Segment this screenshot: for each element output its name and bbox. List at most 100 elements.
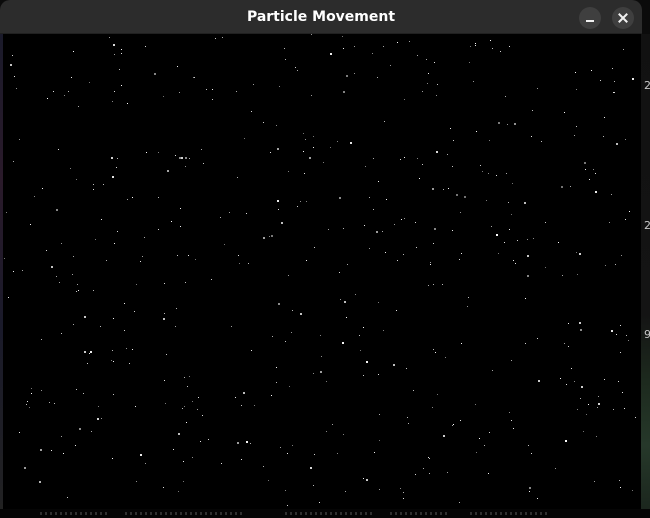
particle [67, 497, 68, 498]
particle [613, 409, 614, 410]
particle [488, 173, 489, 174]
particle [397, 260, 398, 261]
desktop-glyph: 9 [644, 328, 650, 341]
particle [8, 297, 9, 298]
particle [79, 428, 81, 430]
particle [345, 491, 346, 492]
particle [306, 201, 307, 202]
particle [613, 92, 614, 93]
particle-canvas[interactable] [3, 34, 641, 509]
particle [504, 242, 505, 243]
particle [295, 67, 296, 68]
particle [498, 122, 500, 124]
particle [229, 212, 230, 213]
particle [344, 301, 346, 303]
particle [379, 414, 380, 415]
particle [236, 91, 237, 92]
particle [140, 261, 141, 262]
particle [403, 254, 404, 255]
particle [382, 231, 383, 232]
particle [635, 417, 636, 418]
particle [84, 316, 86, 318]
window-title: Particle Movement [246, 9, 396, 25]
particle [372, 53, 373, 54]
particle [31, 388, 32, 389]
particle [291, 332, 292, 333]
particle [383, 46, 384, 47]
particle [284, 48, 285, 49]
particle [386, 199, 387, 200]
particle [112, 176, 114, 178]
particle [76, 179, 77, 180]
particle [182, 408, 183, 409]
particle [206, 89, 207, 90]
particle [378, 181, 379, 182]
particle [263, 122, 264, 123]
particle [475, 404, 476, 405]
particle [126, 348, 127, 349]
minimize-button[interactable] [579, 7, 601, 29]
particle [514, 123, 516, 125]
particle [89, 353, 90, 354]
particle [22, 270, 23, 271]
particle [114, 54, 115, 55]
particle [577, 274, 578, 275]
particle [469, 62, 470, 63]
particle [342, 36, 343, 37]
particle [369, 248, 370, 249]
particle [70, 168, 71, 169]
particle [164, 283, 165, 284]
particle [140, 454, 142, 456]
particle [19, 139, 20, 140]
particle [346, 317, 347, 318]
particle [571, 368, 572, 369]
particle [300, 201, 301, 202]
particle-field [4, 34, 636, 506]
particle [164, 313, 165, 314]
particle [297, 70, 298, 71]
particle [468, 297, 469, 298]
particle [561, 186, 563, 188]
particle [313, 373, 314, 374]
particle [442, 284, 443, 285]
particle [132, 197, 133, 198]
particle [459, 502, 460, 503]
particle [377, 77, 378, 78]
particle [588, 404, 589, 405]
particle [93, 290, 94, 291]
particle [558, 242, 559, 243]
particle [603, 136, 604, 137]
particle [112, 458, 113, 459]
particle [600, 80, 601, 81]
particle [437, 394, 438, 395]
particle [583, 431, 584, 432]
particle [173, 449, 174, 450]
particle [403, 492, 404, 493]
particle [212, 99, 213, 100]
particle [527, 255, 529, 257]
particle [263, 466, 264, 467]
particle [241, 459, 242, 460]
close-button[interactable] [612, 7, 634, 29]
particle [346, 75, 348, 77]
particle [95, 239, 96, 240]
particle [271, 395, 272, 396]
particle [512, 183, 513, 184]
particle [129, 363, 130, 364]
particle [250, 443, 251, 444]
particle [185, 166, 186, 167]
particle [452, 425, 453, 426]
particle [54, 403, 55, 404]
particle [359, 335, 360, 336]
particle [93, 184, 94, 185]
particle [285, 59, 286, 60]
window-titlebar[interactable]: Particle Movement [0, 0, 642, 34]
particle [111, 360, 112, 361]
particle [89, 82, 90, 83]
particle [73, 51, 74, 52]
particle [622, 392, 623, 393]
particle [222, 37, 223, 38]
particle [109, 37, 110, 38]
particle [121, 53, 122, 54]
particle [208, 439, 209, 440]
